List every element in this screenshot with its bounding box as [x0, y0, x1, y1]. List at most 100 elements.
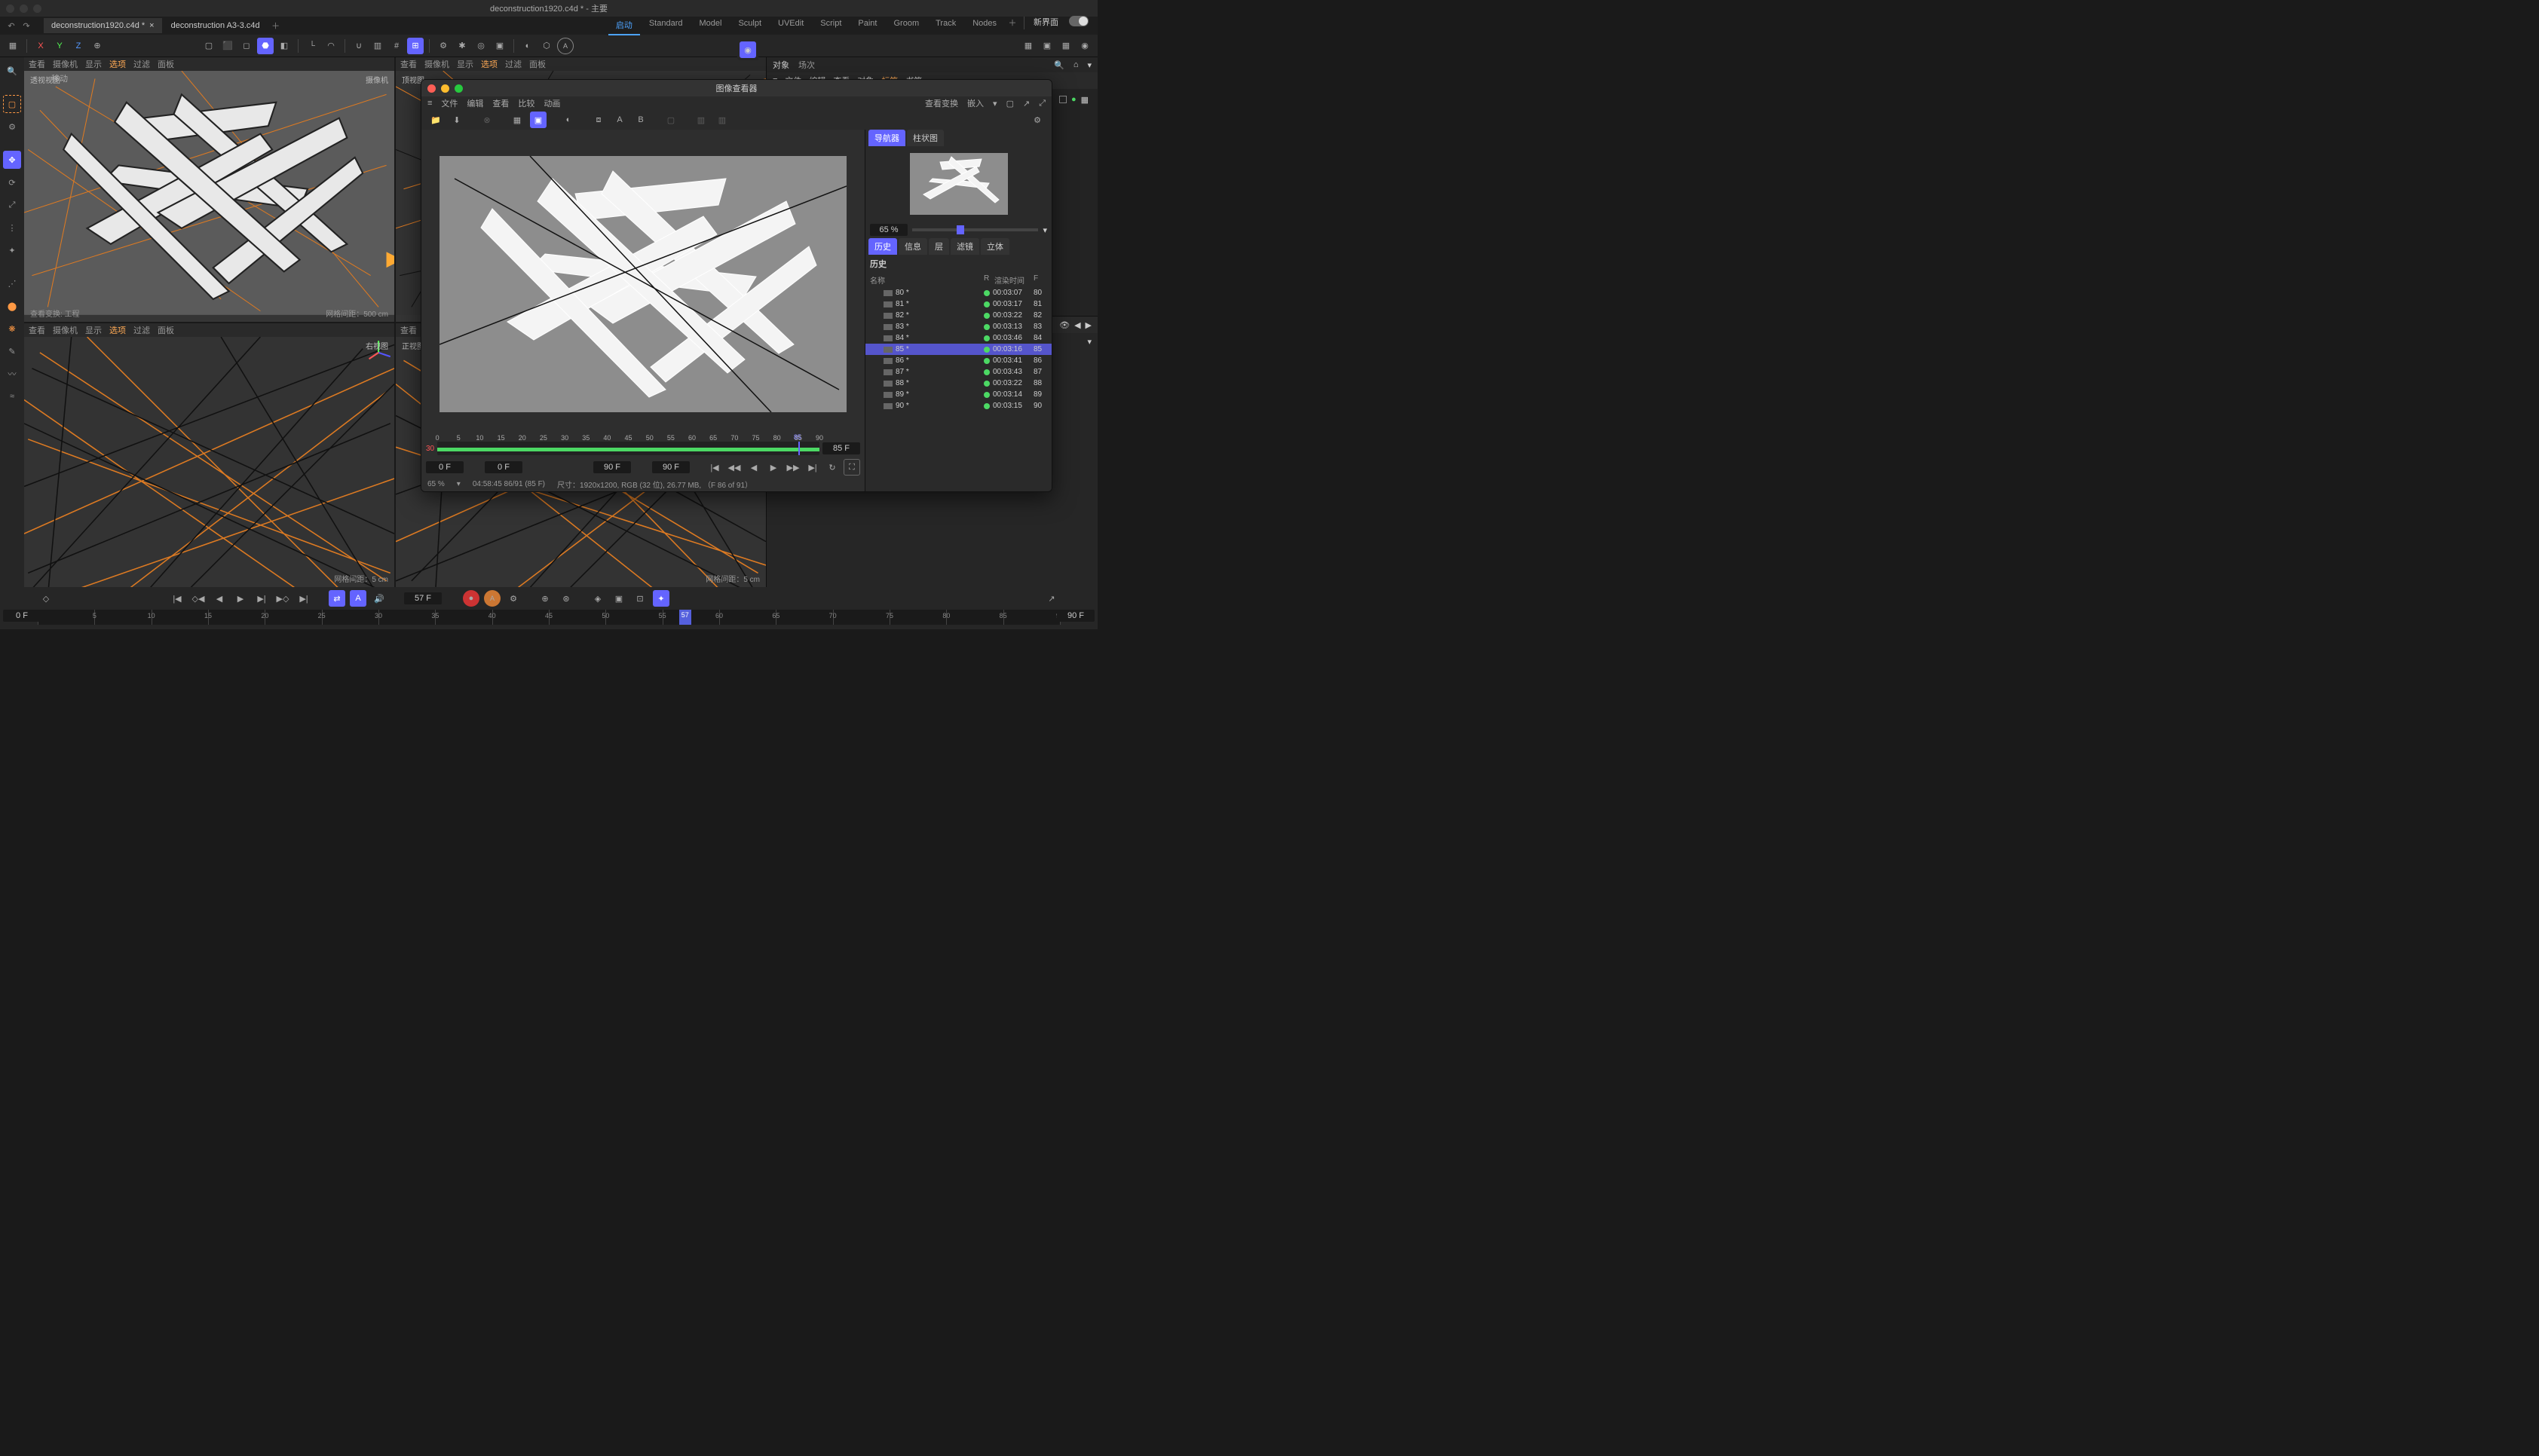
max-dot-dim[interactable]: [33, 5, 41, 13]
viewport-canvas[interactable]: [24, 71, 394, 315]
pv-side-tab[interactable]: 导航器: [868, 130, 905, 146]
render-pv-icon[interactable]: ◉: [740, 41, 756, 58]
min-dot-dim[interactable]: [20, 5, 28, 13]
right-icon[interactable]: ▶: [1086, 320, 1092, 330]
pv-side-tab[interactable]: 柱状图: [907, 130, 944, 146]
play-icon[interactable]: ▶: [765, 459, 782, 476]
left-icon[interactable]: ◀: [1074, 320, 1080, 330]
pv-range-field[interactable]: 0 F: [485, 461, 522, 473]
coord-sys-icon[interactable]: ⊕: [89, 38, 106, 54]
loop-icon[interactable]: ↻: [824, 459, 841, 476]
file-tab[interactable]: deconstruction A3-3.c4d: [164, 18, 268, 33]
rgb-icon[interactable]: ▦: [509, 112, 525, 128]
popout-icon[interactable]: ↗: [1023, 99, 1030, 109]
next-frame-icon[interactable]: ▶▶: [785, 459, 801, 476]
chevron-down-icon[interactable]: ▾: [1087, 337, 1092, 347]
placement-icon[interactable]: ⬤: [3, 297, 21, 315]
loop-icon[interactable]: ⇄: [329, 590, 345, 607]
viewport-right[interactable]: 查看 摄像机 显示 选项 过滤 面板 右视图 网格间距：5 cm: [24, 323, 394, 588]
vp-menu-item[interactable]: 显示: [85, 58, 102, 70]
rp-tab[interactable]: 对象: [773, 59, 789, 71]
symmetry-icon[interactable]: ✱: [454, 38, 470, 54]
vis-toggle[interactable]: [1059, 96, 1067, 103]
explode-icon[interactable]: ◎: [473, 38, 489, 54]
chevron-down-icon[interactable]: ▾: [457, 480, 461, 488]
history-row[interactable]: 90 * 00:03:15 90: [865, 400, 1052, 411]
timeline-playhead[interactable]: 57: [679, 610, 691, 625]
workplane-icon[interactable]: ▥: [369, 38, 386, 54]
close-dot-dim[interactable]: [6, 5, 14, 13]
sel-key-icon[interactable]: ◈: [590, 590, 606, 607]
fullscreen-icon[interactable]: ⛶: [844, 459, 860, 476]
pv-history-list[interactable]: 80 * 00:03:07 80 81 * 00:03:17 81 82 * 0…: [865, 287, 1052, 491]
magnet-icon[interactable]: ∪: [351, 38, 367, 54]
live-select-icon[interactable]: ▢: [3, 95, 21, 113]
filter-icon[interactable]: ▾: [1087, 60, 1092, 70]
rp-tab[interactable]: 场次: [798, 59, 815, 71]
range-start-field[interactable]: 0 F: [3, 610, 41, 622]
eye-icon[interactable]: 👁: [1059, 320, 1070, 330]
cube-icon[interactable]: ⬛: [219, 38, 236, 54]
rendered-image[interactable]: [440, 156, 847, 412]
cube-solid-icon[interactable]: ⬣: [257, 38, 274, 54]
pv-range-field[interactable]: 90 F: [652, 461, 690, 473]
hist1-icon[interactable]: ▥: [693, 112, 709, 128]
axis-x-button[interactable]: X: [32, 38, 49, 54]
layout-tab[interactable]: Nodes: [965, 16, 1004, 35]
layout-icon[interactable]: ▦: [5, 38, 21, 54]
vp-menu-item[interactable]: 查看: [400, 324, 417, 336]
pv-range-field[interactable]: 90 F: [593, 461, 631, 473]
motion-key-icon[interactable]: ✦: [653, 590, 669, 607]
stop-icon[interactable]: ⊗: [479, 112, 495, 128]
chevron-down-icon[interactable]: ▾: [993, 99, 997, 109]
layout-tab[interactable]: Script: [813, 16, 849, 35]
hist2-icon[interactable]: ▥: [714, 112, 730, 128]
grid-icon[interactable]: #: [388, 38, 405, 54]
render-icon[interactable]: ▦: [1020, 38, 1037, 54]
history-row[interactable]: 83 * 00:03:13 83: [865, 321, 1052, 332]
toggle-icon[interactable]: [1069, 16, 1089, 26]
autokey-toggle-icon[interactable]: A: [484, 590, 501, 607]
brush1-icon[interactable]: ❋: [3, 320, 21, 338]
timeline-ruler[interactable]: 05101520253035404550556065707580859057: [38, 610, 1060, 625]
history-row[interactable]: 84 * 00:03:46 84: [865, 332, 1052, 344]
pv-hist-tab[interactable]: 层: [929, 238, 949, 255]
vp-menu-item[interactable]: 过滤: [505, 58, 522, 70]
history-row[interactable]: 81 * 00:03:17 81: [865, 298, 1052, 310]
next-frame-icon[interactable]: ▶|: [253, 590, 270, 607]
autokey-icon[interactable]: A: [350, 590, 366, 607]
settings-cog-icon[interactable]: ⚙: [1029, 112, 1046, 128]
window-icon[interactable]: ▢: [1006, 99, 1014, 109]
rot-key-icon[interactable]: ⊛: [558, 590, 574, 607]
spline-arc-icon[interactable]: ◠: [323, 38, 339, 54]
folder-icon[interactable]: 📁: [427, 112, 444, 128]
save-icon[interactable]: ⬇: [449, 112, 465, 128]
close-icon[interactable]: ×: [149, 21, 154, 30]
fcurve-icon[interactable]: ↗: [1043, 590, 1060, 607]
file-tab-active[interactable]: deconstruction1920.c4d * ×: [44, 18, 162, 33]
history-row[interactable]: 86 * 00:03:41 86: [865, 355, 1052, 366]
alpha-icon[interactable]: ▣: [530, 112, 547, 128]
new-interface-button[interactable]: 新界面: [1029, 16, 1063, 35]
pv-menu-item[interactable]: 动画: [544, 97, 560, 109]
cube-edge-icon[interactable]: ◧: [276, 38, 292, 54]
pv-menu-item[interactable]: 编辑: [467, 97, 483, 109]
brush3-icon[interactable]: 〰: [3, 365, 21, 383]
play-icon[interactable]: ▶: [232, 590, 249, 607]
enable-dot[interactable]: ●: [1071, 95, 1077, 104]
layout-tab[interactable]: Sculpt: [730, 16, 769, 35]
rotate-tool-icon[interactable]: ⟳: [3, 173, 21, 191]
home-icon[interactable]: ⌂: [1073, 60, 1079, 69]
history-row[interactable]: 85 * 00:03:16 85: [865, 344, 1052, 355]
window-traffic-lights[interactable]: [6, 5, 41, 13]
close-icon[interactable]: [427, 84, 436, 93]
viewport-canvas[interactable]: [24, 337, 394, 588]
brush2-icon[interactable]: ✎: [3, 342, 21, 360]
pv-hist-tab[interactable]: 历史: [868, 238, 897, 255]
vp-menu-item[interactable]: 面板: [158, 324, 174, 336]
recent-tool-icon[interactable]: ⋮: [3, 219, 21, 237]
next-key-icon[interactable]: ▶◇: [274, 590, 291, 607]
picture-viewer-window[interactable]: 图像查看器 ≡ 文件 编辑 查看 比较 动画 查看变换 嵌入 ▾ ▢ ↗ ⤢ 📁…: [421, 79, 1052, 492]
vp-menu-item[interactable]: 查看: [400, 58, 417, 70]
history-row[interactable]: 80 * 00:03:07 80: [865, 287, 1052, 298]
